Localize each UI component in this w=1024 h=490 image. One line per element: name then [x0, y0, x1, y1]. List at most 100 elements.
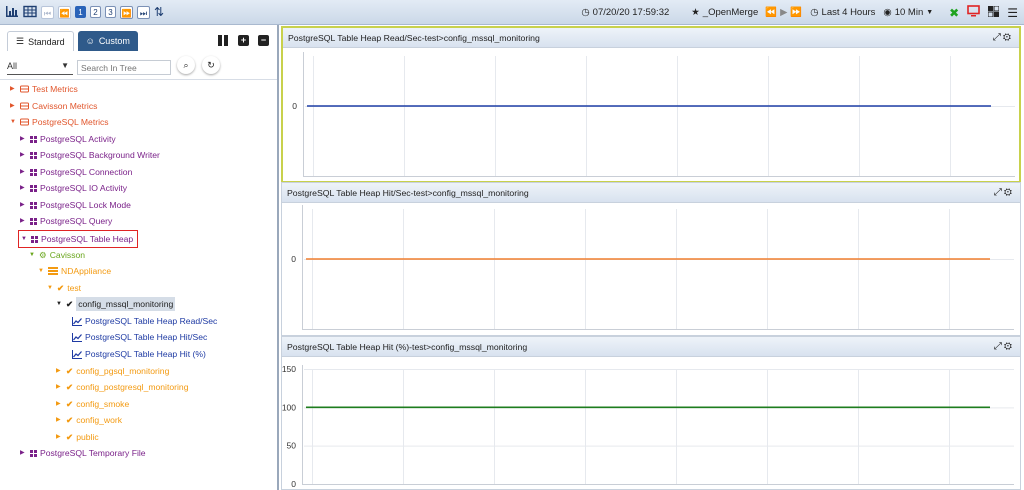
monitor-icon[interactable]	[967, 5, 981, 20]
expand-all-button[interactable]: +	[238, 35, 249, 46]
tree-node[interactable]: ▶ PostgreSQL Activity	[20, 132, 116, 146]
gear-icon[interactable]: ⚙	[1004, 341, 1014, 352]
caret-right-icon[interactable]: ▶	[20, 181, 27, 195]
tree-node-label: PostgreSQL Lock Mode	[40, 200, 131, 210]
tab-custom[interactable]: ☺ Custom	[77, 31, 138, 51]
layout-icon[interactable]	[987, 5, 1000, 20]
tree-node[interactable]: ▼ PostgreSQL Table Heap	[18, 230, 139, 248]
tree-node[interactable]: ▶ PostgreSQL Background Writer	[20, 148, 160, 162]
page-2-button[interactable]: 2	[90, 6, 101, 18]
collapse-all-button[interactable]: −	[258, 35, 269, 46]
tree-node-label: PostgreSQL Table Heap Hit/Sec	[85, 332, 208, 342]
next-page-button[interactable]: ⏩	[120, 5, 133, 19]
caret-right-icon[interactable]: ▶	[20, 214, 27, 228]
list-icon[interactable]: ☰	[1007, 6, 1018, 20]
tree-node-label: config_postgresql_monitoring	[76, 382, 189, 392]
chart-title: PostgreSQL Table Heap Hit (%)-test>confi…	[287, 342, 528, 352]
caret-right-icon[interactable]: ▶	[20, 446, 27, 460]
tree-node[interactable]: ▶ ✔ config_postgresql_monitoring	[56, 380, 188, 394]
caret-right-icon[interactable]: ▶	[20, 165, 27, 179]
caret-down-icon: ▼	[926, 9, 934, 16]
expand-icon[interactable]: ⤢	[994, 341, 1004, 352]
last-page-button[interactable]: ⏭	[137, 5, 150, 19]
search-button[interactable]: ⌕	[177, 56, 195, 74]
grid-icon	[30, 168, 37, 176]
line-chart: 14:0014:3015:0015:3016:0016:3017:0017:30…	[292, 52, 1015, 192]
caret-down-icon[interactable]: ▼	[21, 232, 28, 246]
play-icon[interactable]: ▶	[780, 7, 787, 18]
caret-right-icon[interactable]: ▶	[20, 198, 27, 212]
tab-standard[interactable]: ☰ Standard	[7, 31, 74, 51]
database-icon	[20, 102, 29, 110]
table-icon[interactable]	[23, 5, 37, 20]
tree-node[interactable]: ▶ ✔ config_pgsql_monitoring	[56, 364, 169, 378]
time-range-selector[interactable]: ◷ Last 4 Hours	[810, 7, 875, 18]
filter-dropdown[interactable]: All ▼	[7, 59, 73, 75]
tree-node[interactable]: ▼ PostgreSQL Metrics	[10, 115, 109, 129]
tree-search-input[interactable]	[77, 60, 171, 75]
caret-down-icon[interactable]: ▼	[56, 297, 63, 311]
pause-button[interactable]	[218, 35, 229, 46]
tree-node[interactable]: ▼ ⚙ Cavisson	[29, 248, 85, 262]
caret-right-icon[interactable]: ▶	[56, 380, 63, 394]
caret-right-icon[interactable]: ▶	[10, 99, 17, 113]
y-tick-label: 0	[291, 254, 296, 264]
tree-node[interactable]: PostgreSQL Table Heap Hit (%)	[72, 347, 206, 361]
tree-node[interactable]: ▼ NDAppliance	[38, 264, 111, 278]
expand-icon[interactable]: ⤢	[993, 32, 1003, 43]
line-chart: 14:0014:3015:0015:3016:0016:3017:0017:30…	[291, 205, 1014, 345]
chart-panel-header: PostgreSQL Table Heap Hit/Sec-test>confi…	[282, 183, 1020, 203]
tree-node[interactable]: PostgreSQL Table Heap Read/Sec	[72, 314, 217, 328]
page-1-button[interactable]: 1	[75, 6, 86, 18]
tree-node[interactable]: ▶ PostgreSQL Query	[20, 214, 112, 228]
gears-icon: ⚙	[39, 250, 47, 260]
chart-panel: PostgreSQL Table Heap Read/Sec-test>conf…	[281, 26, 1021, 192]
check-icon: ✔	[57, 283, 65, 293]
caret-right-icon[interactable]: ▶	[56, 364, 63, 378]
sort-icon[interactable]: ⇅	[154, 6, 164, 18]
caret-right-icon[interactable]: ▶	[56, 397, 63, 411]
fast-forward-icon[interactable]: ⏩	[790, 7, 802, 18]
tree-node[interactable]: ▼ ✔ config_mssql_monitoring	[56, 297, 176, 311]
caret-right-icon[interactable]: ▶	[56, 430, 63, 444]
tree-node[interactable]: ▶ ✔ config_smoke	[56, 397, 129, 411]
tree-node-label: PostgreSQL Temporary File	[40, 448, 146, 458]
bar-chart-icon[interactable]	[5, 5, 19, 20]
tree-node[interactable]: ▶ PostgreSQL Connection	[20, 165, 132, 179]
tree-node[interactable]: ▶ ✔ config_work	[56, 413, 122, 427]
tree-node[interactable]: ▶ ✔ public	[56, 430, 99, 444]
caret-right-icon[interactable]: ▶	[20, 132, 27, 146]
merge-selector[interactable]: ★ _OpenMerge ⏪ ▶ ⏩	[691, 7, 802, 18]
tree-node-label: PostgreSQL Metrics	[32, 117, 109, 127]
expand-icon[interactable]: ⤢	[994, 187, 1004, 198]
previous-page-button[interactable]: ⏪	[58, 5, 71, 19]
caret-down-icon[interactable]: ▼	[10, 115, 17, 129]
refresh-button[interactable]: ↻	[202, 56, 220, 74]
tree-node[interactable]: ▶ PostgreSQL Temporary File	[20, 446, 146, 460]
rewind-icon[interactable]: ⏪	[765, 7, 777, 18]
tree-node[interactable]: PostgreSQL Table Heap Hit/Sec	[72, 330, 207, 344]
chart-panel-header: PostgreSQL Table Heap Hit (%)-test>confi…	[282, 337, 1020, 357]
tree-node[interactable]: ▶ PostgreSQL IO Activity	[20, 181, 127, 195]
database-icon	[20, 118, 29, 126]
tree-node[interactable]: ▶ Test Metrics	[10, 82, 78, 96]
first-page-button[interactable]: ⏮	[41, 5, 54, 19]
gear-icon[interactable]: ⚙	[1004, 187, 1014, 198]
pin-icon[interactable]: ✖	[949, 6, 959, 20]
tree-node[interactable]: ▶ Cavisson Metrics	[10, 99, 97, 113]
tree-node-label: public	[76, 432, 99, 442]
caret-right-icon[interactable]: ▶	[10, 82, 17, 96]
caret-down-icon[interactable]: ▼	[38, 264, 45, 278]
tree-node[interactable]: ▼ ✔ test	[47, 281, 81, 295]
caret-right-icon[interactable]: ▶	[56, 413, 63, 427]
tree-node-label: config_mssql_monitoring	[76, 297, 176, 311]
page-3-button[interactable]: 3	[105, 6, 116, 18]
caret-right-icon[interactable]: ▶	[20, 148, 27, 162]
caret-down-icon[interactable]: ▼	[47, 281, 54, 295]
check-icon: ✔	[66, 299, 74, 309]
tree-node[interactable]: ▶ PostgreSQL Lock Mode	[20, 198, 131, 212]
gear-icon[interactable]: ⚙	[1003, 32, 1013, 43]
interval-selector[interactable]: ◉ 10 Min ▼	[883, 7, 933, 18]
list-icon: ☰	[16, 36, 25, 46]
caret-down-icon[interactable]: ▼	[29, 248, 36, 262]
